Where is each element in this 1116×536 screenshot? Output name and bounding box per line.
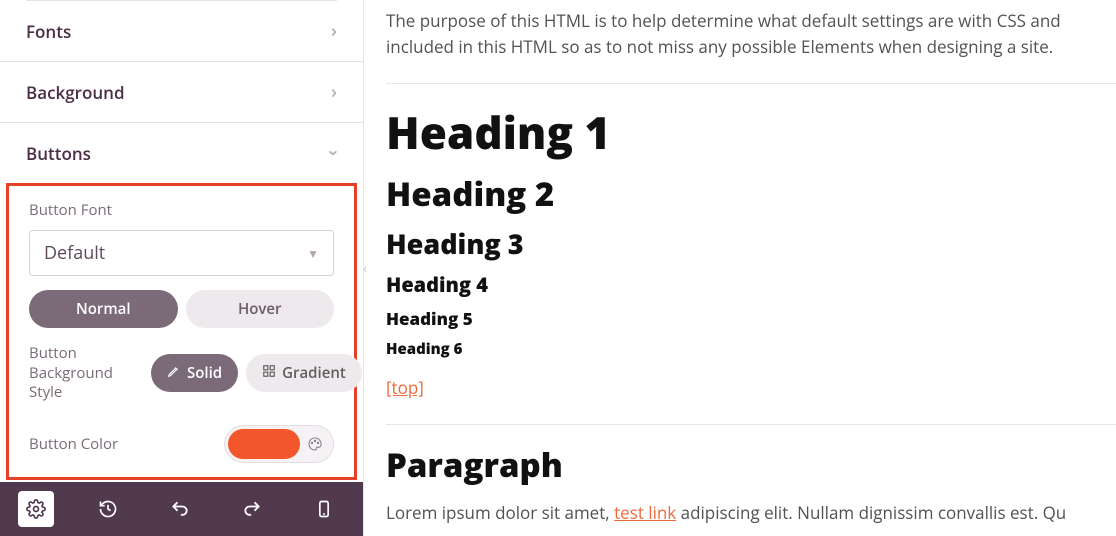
divider — [386, 424, 1116, 425]
heading-1: Heading 1 — [386, 98, 1116, 166]
section-label: Background — [26, 81, 125, 104]
preview-pane: The purpose of this HTML is to help dete… — [364, 0, 1116, 536]
heading-5: Heading 5 — [386, 306, 1116, 332]
undo-button[interactable] — [162, 491, 198, 527]
section-label: Buttons — [26, 142, 91, 165]
heading-3: Heading 3 — [386, 223, 1116, 265]
section-list: Fonts › Background › Buttons › Button Fo… — [0, 0, 363, 482]
grid-icon — [262, 363, 276, 383]
test-link[interactable]: test link — [614, 501, 676, 524]
control-label: Button Color — [29, 434, 118, 454]
button-font-control: Button Font Default ▼ — [9, 186, 354, 276]
button-font-select[interactable]: Default ▼ — [29, 230, 334, 276]
control-label: Button Font — [29, 200, 334, 220]
lorem-paragraph: Lorem ipsum dolor sit amet, test link ad… — [386, 500, 1116, 526]
device-preview-button[interactable] — [306, 491, 342, 527]
sidebar-panel: Fonts › Background › Buttons › Button Fo… — [0, 0, 364, 536]
divider — [386, 83, 1116, 84]
section-label: Fonts — [26, 20, 71, 43]
heading-6: Heading 6 — [386, 338, 1116, 361]
bg-style-solid[interactable]: Solid — [151, 354, 238, 392]
history-button[interactable] — [90, 491, 126, 527]
state-tabs: Normal Hover — [9, 276, 354, 328]
redo-button[interactable] — [234, 491, 270, 527]
section-buttons[interactable]: Buttons › — [0, 123, 363, 183]
buttons-expanded-panel: Button Font Default ▼ Normal Hover — [6, 183, 357, 480]
chevron-right-icon: › — [331, 19, 337, 43]
intro-text: The purpose of this HTML is to help dete… — [386, 8, 1116, 61]
tab-hover[interactable]: Hover — [186, 290, 335, 328]
select-value: Default — [44, 241, 105, 265]
caret-down-icon: ▼ — [307, 245, 319, 262]
bottom-toolbar — [0, 482, 363, 536]
bg-style-control: Button Background Style Solid — [9, 328, 354, 403]
heading-2: Heading 2 — [386, 168, 1116, 219]
tab-normal[interactable]: Normal — [29, 290, 178, 328]
color-swatch[interactable] — [228, 429, 300, 459]
brush-icon — [167, 363, 181, 383]
palette-icon[interactable] — [300, 429, 330, 459]
collapse-sidebar-button[interactable]: ‹ — [359, 255, 371, 281]
top-link[interactable]: [top] — [386, 376, 424, 399]
control-label: Button Background Style — [29, 344, 139, 403]
section-background[interactable]: Background › — [0, 62, 363, 123]
heading-4: Heading 4 — [386, 269, 1116, 300]
button-color-control: Button Color — [9, 403, 354, 477]
bg-style-gradient[interactable]: Gradient — [246, 354, 362, 392]
settings-button[interactable] — [18, 491, 54, 527]
color-picker[interactable] — [224, 425, 334, 463]
chevron-down-icon: › — [322, 150, 346, 156]
section-fonts[interactable]: Fonts › — [0, 1, 363, 62]
chevron-right-icon: › — [331, 80, 337, 104]
paragraph-heading: Paragraph — [386, 439, 1116, 490]
